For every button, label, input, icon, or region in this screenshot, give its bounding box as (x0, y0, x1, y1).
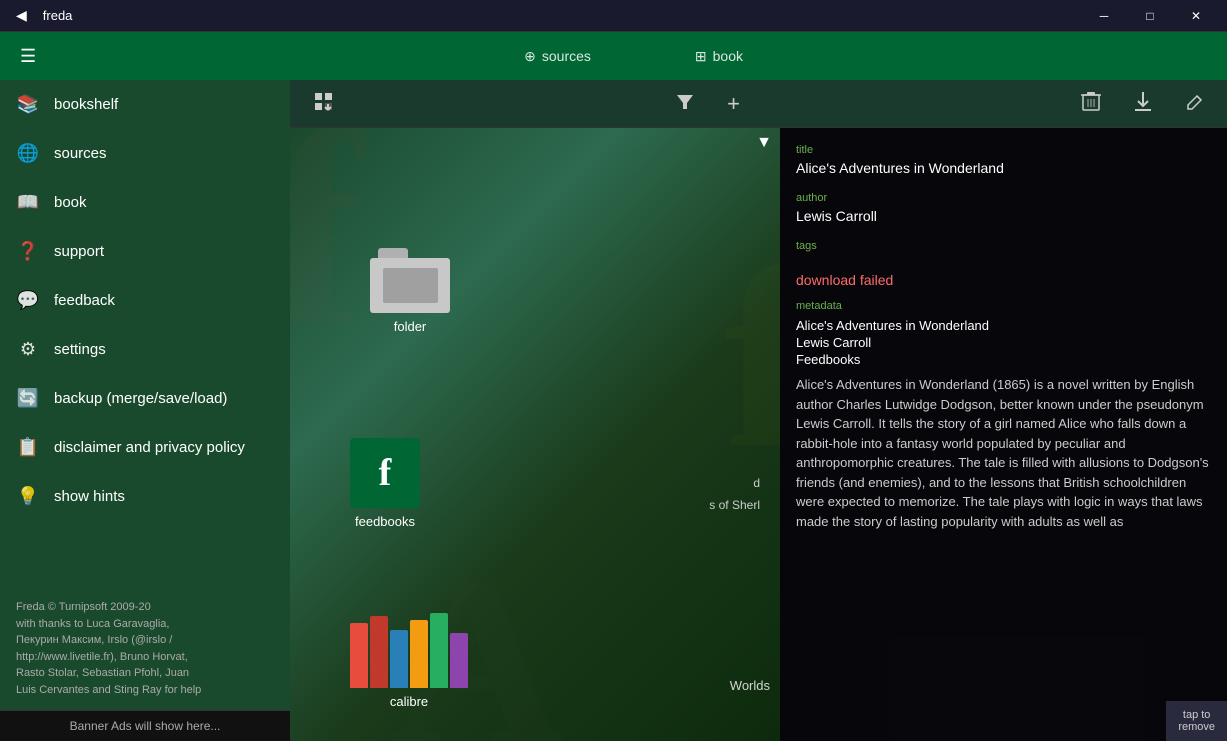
metadata-section-label: metadata (796, 300, 1211, 312)
bookshelf-icon: 📚 (16, 94, 40, 115)
footer-text: Freda © Turnipsoft 2009-20 with thanks t… (16, 601, 201, 696)
header-nav: ⊕ sources ⊞ book (52, 40, 1215, 73)
book-item-text-1: d (753, 476, 760, 490)
window-controls: ─ □ ✕ (1081, 0, 1219, 32)
sidebar-backup-label: backup (merge/save/load) (54, 390, 227, 407)
content-area: + (290, 80, 1227, 741)
sources-nav-label: sources (542, 48, 591, 64)
hints-icon: 💡 (16, 486, 40, 507)
title-bar: ◀ freda ─ □ ✕ (0, 0, 1227, 32)
meta-book-source: Feedbooks (796, 352, 1211, 367)
book-icon: 📖 (16, 192, 40, 213)
disclaimer-icon: 📋 (16, 437, 40, 458)
sidebar-item-bookshelf[interactable]: 📚 bookshelf (0, 80, 290, 129)
book-item-text-2: s of Sherl (709, 498, 760, 512)
feedbooks-letter: f (379, 451, 392, 495)
meta-book-title: Alice's Adventures in Wonderland (796, 318, 1211, 333)
sidebar-item-sources[interactable]: 🌐 sources (0, 129, 290, 178)
feedbooks-source-item[interactable]: f feedbooks (350, 438, 420, 529)
filter-button[interactable] (665, 85, 705, 122)
maximize-button[interactable]: □ (1127, 0, 1173, 32)
metadata-panel: title Alice's Adventures in Wonderland a… (780, 128, 1227, 741)
author-value: Lewis Carroll (796, 208, 1211, 224)
banner-area: Banner Ads will show here... (0, 710, 290, 741)
book-thumbnails: f f A ▼ d s of Sherl (290, 128, 780, 741)
sidebar-footer: Freda © Turnipsoft 2009-20 with thanks t… (0, 587, 290, 710)
back-button[interactable]: ◀ (8, 3, 35, 28)
folder-source-item[interactable]: folder (370, 248, 450, 334)
title-label: title (796, 144, 1211, 156)
sidebar-bookshelf-label: bookshelf (54, 96, 118, 113)
import-button[interactable] (302, 84, 344, 123)
tap-to-remove-button[interactable]: tap to remove (1166, 701, 1227, 741)
folder-label: folder (394, 319, 427, 334)
tags-label: tags (796, 240, 1211, 252)
sources-nav-item[interactable]: ⊕ sources (512, 40, 603, 73)
meta-description: Alice's Adventures in Wonderland (1865) … (796, 375, 1211, 531)
backup-icon: 🔄 (16, 388, 40, 409)
sidebar-settings-label: settings (54, 341, 106, 358)
sidebar: 📚 bookshelf 🌐 sources 📖 book ❓ support 💬… (0, 80, 290, 741)
title-bar-left: ◀ freda (8, 3, 72, 28)
close-button[interactable]: ✕ (1173, 0, 1219, 32)
calibre-icon (350, 618, 468, 688)
sources-icon: 🌐 (16, 143, 40, 164)
edit-button[interactable] (1175, 85, 1215, 122)
book-nav-icon: ⊞ (695, 48, 707, 65)
app-header: ☰ ⊕ sources ⊞ book (0, 32, 1227, 80)
banner-text: Banner Ads will show here... (70, 719, 221, 733)
download-status: download failed (796, 272, 1211, 288)
sidebar-hints-label: show hints (54, 488, 125, 505)
calibre-source-item[interactable]: calibre (350, 618, 468, 709)
sidebar-item-settings[interactable]: ⚙ settings (0, 325, 290, 374)
sidebar-feedback-label: feedback (54, 292, 115, 309)
title-value: Alice's Adventures in Wonderland (796, 160, 1211, 176)
sidebar-item-backup[interactable]: 🔄 backup (merge/save/load) (0, 374, 290, 423)
settings-icon: ⚙ (16, 339, 40, 360)
delete-button[interactable] (1071, 84, 1111, 123)
meta-book-author: Lewis Carroll (796, 335, 1211, 350)
sources-nav-icon: ⊕ (524, 48, 536, 65)
sidebar-item-support[interactable]: ❓ support (0, 227, 290, 276)
sidebar-book-label: book (54, 194, 87, 211)
feedbooks-icon: f (350, 438, 420, 508)
folder-icon (370, 248, 450, 313)
sidebar-disclaimer-label: disclaimer and privacy policy (54, 439, 245, 456)
tap-remove-text: tap to remove (1178, 709, 1215, 733)
author-label: author (796, 192, 1211, 204)
sidebar-support-label: support (54, 243, 104, 260)
sidebar-item-disclaimer[interactable]: 📋 disclaimer and privacy policy (0, 423, 290, 472)
book-grid: f f A ▼ d s of Sherl (290, 128, 1227, 741)
book-list-item-1[interactable]: d (753, 476, 760, 490)
book-nav-item[interactable]: ⊞ book (683, 40, 755, 73)
book-list-item-2[interactable]: s of Sherl (709, 498, 760, 512)
sidebar-sources-label: sources (54, 145, 107, 162)
sidebar-item-book[interactable]: 📖 book (0, 178, 290, 227)
sidebar-item-hints[interactable]: 💡 show hints (0, 472, 290, 521)
content-toolbar: + (290, 80, 1227, 128)
scroll-down-indicator[interactable]: ▼ (756, 134, 772, 152)
download-button[interactable] (1123, 84, 1163, 123)
minimize-button[interactable]: ─ (1081, 0, 1127, 32)
add-button[interactable]: + (717, 85, 750, 123)
worlds-text: Worlds (730, 678, 770, 693)
sidebar-item-feedback[interactable]: 💬 feedback (0, 276, 290, 325)
app-title: freda (43, 8, 73, 23)
calibre-label: calibre (390, 694, 428, 709)
hamburger-menu-button[interactable]: ☰ (12, 38, 44, 75)
feedback-icon: 💬 (16, 290, 40, 311)
book-nav-label: book (713, 48, 743, 64)
main-layout: 📚 bookshelf 🌐 sources 📖 book ❓ support 💬… (0, 80, 1227, 741)
feedbooks-label: feedbooks (355, 514, 415, 529)
support-icon: ❓ (16, 241, 40, 262)
